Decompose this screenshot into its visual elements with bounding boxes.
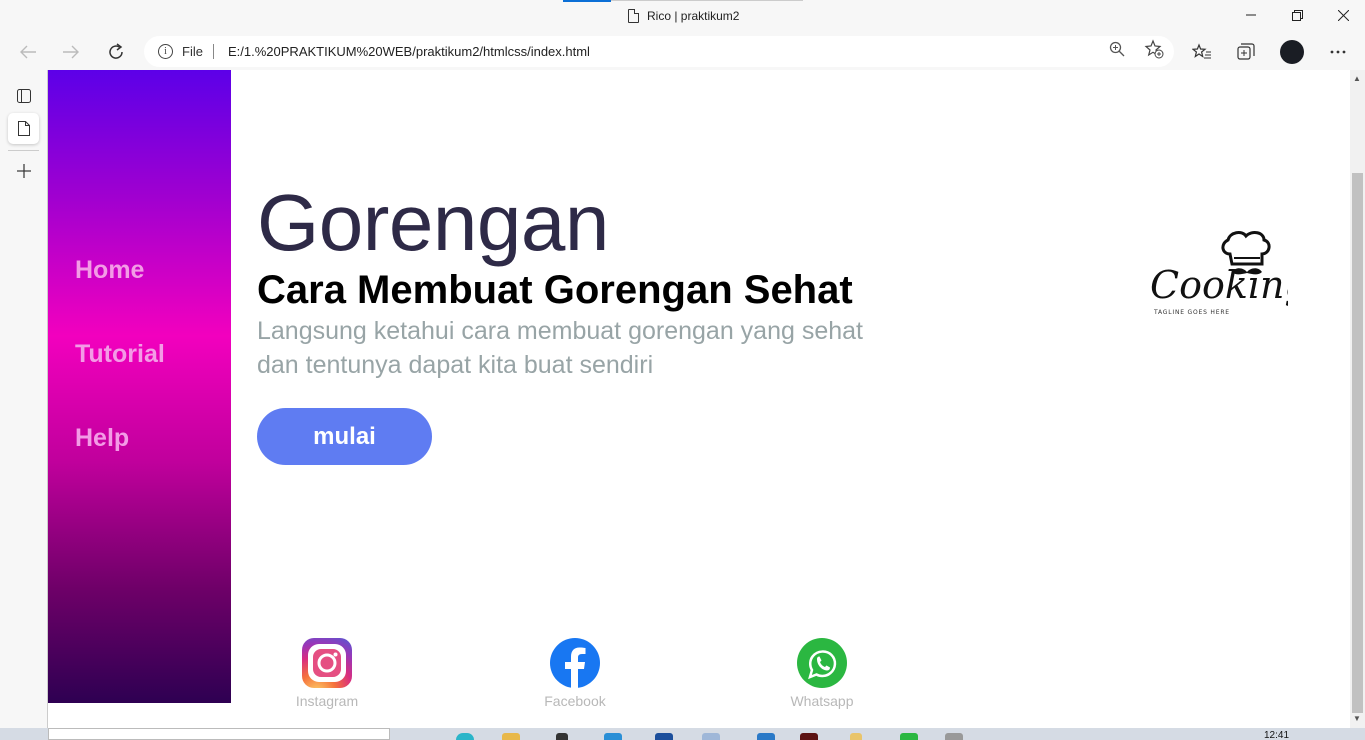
mulai-button[interactable]: mulai [257,408,432,465]
logo-tagline: TAGLINE GOES HERE [1153,309,1230,316]
more-button[interactable] [1323,37,1353,67]
tab-outline [611,0,803,1]
close-button[interactable] [1320,0,1365,30]
nav-help[interactable]: Help [75,424,129,453]
taskbar-app-icon[interactable] [702,733,720,740]
collections-icon [1237,43,1255,60]
hero-description: Langsung ketahui cara membuat gorengan y… [257,317,863,379]
document-icon [628,9,639,23]
cooking-logo: Cooking TAGLINE GOES HERE [1148,228,1309,320]
taskbar-app-icon[interactable] [604,733,622,740]
logo-wordmark: Cooking [1150,263,1288,307]
vertical-tab-strip [0,70,47,740]
side-navigation: Home Tutorial Help [48,70,231,703]
scroll-down-icon[interactable]: ▼ [1353,714,1361,723]
instagram-label[interactable]: Instagram [267,693,387,709]
url-text[interactable]: E:/1.%20PRAKTIKUM%20WEB/praktikum2/htmlc… [228,44,590,59]
tab-rico-praktikum2[interactable] [8,113,39,144]
social-whatsapp[interactable]: Whatsapp [762,638,882,709]
facebook-icon[interactable] [550,638,600,688]
forward-button[interactable] [56,37,86,67]
taskbar-app-icon[interactable] [556,733,568,740]
restore-icon [1291,9,1303,21]
favorites-button[interactable] [1187,37,1217,67]
profile-icon[interactable] [1280,40,1304,64]
nav-home[interactable]: Home [75,256,144,285]
taskbar-app-icon[interactable] [456,733,474,740]
add-favorite-icon[interactable] [1144,39,1164,64]
refresh-icon [109,43,123,59]
more-icon [1330,50,1346,54]
tab-actions-button[interactable] [8,80,39,111]
taskbar-app-icon[interactable] [850,733,862,740]
taskbar-search[interactable] [48,728,390,740]
taskbar-app-icon[interactable] [757,733,775,740]
address-bar[interactable]: i File E:/1.%20PRAKTIKUM%20WEB/praktikum… [144,36,1174,67]
taskbar-app-icon[interactable] [655,733,673,740]
taskbar-folder-icon[interactable] [502,733,520,740]
social-facebook[interactable]: Facebook [515,638,635,709]
window-title-text: Rico | praktikum2 [647,9,740,23]
taskbar-app-icon[interactable] [945,733,963,740]
window-title: Rico | praktikum2 [628,9,739,23]
scroll-up-icon[interactable]: ▲ [1353,74,1361,83]
tab-actions-icon [16,88,31,103]
minimize-icon [1246,14,1256,16]
social-instagram[interactable]: Instagram [267,638,387,709]
hero-title: Gorengan [257,178,609,267]
hero-subtitle: Cara Membuat Gorengan Sehat [257,268,853,312]
collections-button[interactable] [1231,37,1261,67]
document-icon [17,121,30,136]
os-taskbar: 12:41 [0,728,1365,740]
title-bar: Rico | praktikum2 [0,0,1365,33]
scrollbar-thumb[interactable] [1352,173,1363,713]
active-tab-indicator [563,0,611,2]
restore-button[interactable] [1274,0,1320,30]
page-viewport: Home Tutorial Help Gorengan Cara Membuat… [47,70,1350,728]
forward-icon [63,45,79,59]
close-icon [1337,9,1349,21]
back-button[interactable] [13,37,43,67]
new-tab-button[interactable] [8,155,39,186]
plus-icon [16,163,31,178]
nav-tutorial[interactable]: Tutorial [75,340,165,369]
back-icon [20,45,36,59]
address-separator [213,44,214,59]
address-prefix: File [182,44,203,59]
browser-toolbar: i File E:/1.%20PRAKTIKUM%20WEB/praktikum… [0,33,1365,70]
facebook-label[interactable]: Facebook [515,693,635,709]
instagram-icon[interactable] [302,638,352,688]
tab-divider [8,150,39,151]
taskbar-app-icon[interactable] [900,733,918,740]
minimize-button[interactable] [1228,0,1274,30]
info-icon[interactable]: i [158,44,173,59]
taskbar-clock[interactable]: 12:41 [1264,730,1289,740]
whatsapp-icon[interactable] [797,638,847,688]
favorites-icon [1192,43,1211,59]
taskbar-app-icon[interactable] [800,733,818,740]
zoom-icon[interactable] [1109,41,1125,61]
page-scrollbar[interactable]: ▲ ▼ [1350,70,1365,728]
refresh-button[interactable] [101,37,131,67]
whatsapp-label[interactable]: Whatsapp [762,693,882,709]
